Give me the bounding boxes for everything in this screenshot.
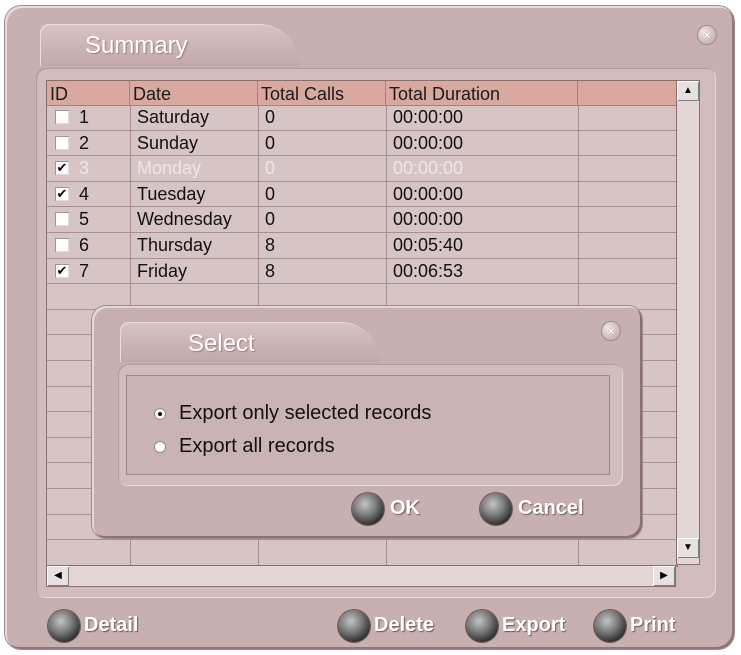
cell-total-duration: 00:00:00 — [393, 158, 464, 179]
cell-date: Friday — [137, 260, 188, 281]
radio-selected-icon[interactable] — [155, 409, 165, 419]
cell-id: 4 — [79, 183, 90, 204]
cell-total-duration: 00:00:00 — [393, 209, 464, 230]
dialog-close-icon[interactable]: × — [602, 322, 620, 340]
cell-date: Thursday — [137, 235, 213, 255]
table-row[interactable]: 1 Saturday 0 00:00:00 — [47, 105, 677, 131]
scroll-up-icon[interactable]: ▲ — [677, 81, 699, 101]
cell-date: Tuesday — [137, 183, 206, 204]
table-row[interactable]: 2 Sunday 0 00:00:00 — [47, 131, 677, 157]
button-orb-icon — [338, 610, 370, 642]
scroll-down-icon[interactable]: ▼ — [677, 538, 699, 558]
export-button-label: Export — [502, 614, 566, 636]
column-header-empty[interactable] — [578, 81, 677, 105]
cell-total-calls: 8 — [265, 235, 276, 255]
cell-total-calls: 0 — [265, 132, 276, 153]
cell-total-duration: 00:05:40 — [393, 235, 464, 255]
button-orb-icon — [48, 610, 80, 642]
cell-id: 6 — [79, 235, 90, 255]
button-orb-icon — [594, 610, 626, 642]
cell-id: 1 — [79, 107, 90, 127]
window-close-icon[interactable]: × — [698, 26, 716, 44]
row-checkbox[interactable]: ✔ — [55, 186, 69, 201]
row-checkbox[interactable] — [55, 238, 69, 252]
ok-button-label: OK — [390, 497, 420, 519]
print-button-label: Print — [630, 614, 676, 636]
scroll-left-icon[interactable]: ◀ — [47, 566, 69, 586]
row-checkbox[interactable] — [55, 212, 69, 227]
table-header: ID Date Total Calls Total Duration — [47, 81, 677, 106]
cell-total-calls: 8 — [265, 260, 276, 281]
table-row[interactable]: ✔ 7 Friday 8 00:06:53 — [47, 259, 677, 285]
dialog-title: Select — [188, 330, 255, 357]
export-selected-label: Export only selected records — [179, 402, 432, 424]
button-orb-icon — [480, 493, 512, 525]
cell-date: Sunday — [137, 132, 199, 153]
scroll-right-icon[interactable]: ▶ — [653, 566, 675, 586]
cell-total-calls: 0 — [265, 158, 276, 179]
cell-total-calls: 0 — [265, 183, 276, 204]
column-header-date[interactable]: Date — [130, 81, 258, 105]
grid-row-line — [47, 540, 677, 566]
radio-unselected-icon[interactable] — [155, 442, 165, 452]
table-row[interactable]: ✔ 3 Monday 0 00:00:00 — [47, 156, 677, 182]
cell-id: 2 — [79, 132, 90, 153]
cancel-button-label: Cancel — [518, 497, 584, 519]
cell-id: 7 — [79, 260, 90, 281]
export-options-box — [126, 375, 610, 475]
horizontal-scrollbar[interactable]: ◀ ▶ — [46, 565, 676, 587]
row-checkbox[interactable]: ✔ — [55, 263, 69, 278]
cell-total-duration: 00:00:00 — [393, 132, 464, 153]
table-row[interactable]: 5 Wednesday 0 00:00:00 — [47, 207, 677, 233]
cell-date: Saturday — [137, 107, 210, 127]
window-title: Summary — [85, 32, 188, 59]
cell-id: 3 — [79, 158, 90, 179]
cell-id: 5 — [79, 209, 90, 230]
cell-date: Wednesday — [137, 209, 232, 230]
cell-total-duration: 00:06:53 — [393, 260, 464, 281]
table-row[interactable]: ✔ 4 Tuesday 0 00:00:00 — [47, 182, 677, 208]
cell-total-duration: 00:00:00 — [393, 183, 464, 204]
vertical-scrollbar[interactable]: ▲ ▼ — [676, 80, 700, 565]
delete-button-label: Delete — [374, 614, 435, 636]
row-checkbox[interactable]: ✔ — [55, 161, 69, 176]
cell-total-calls: 0 — [265, 209, 276, 230]
button-orb-icon — [466, 610, 498, 642]
button-orb-icon — [352, 493, 384, 525]
cell-date: Monday — [137, 158, 202, 179]
column-header-total-calls[interactable]: Total Calls — [258, 81, 386, 105]
row-checkbox[interactable] — [55, 110, 69, 124]
export-all-label: Export all records — [179, 435, 335, 457]
table-row[interactable]: 6 Thursday 8 00:05:40 — [47, 233, 677, 259]
cell-total-calls: 0 — [265, 107, 276, 127]
row-checkbox[interactable] — [55, 135, 69, 150]
column-header-total-duration[interactable]: Total Duration — [386, 81, 578, 105]
detail-button-label: Detail — [84, 614, 139, 636]
column-header-id[interactable]: ID — [47, 81, 130, 105]
cell-total-duration: 00:00:00 — [393, 107, 464, 127]
